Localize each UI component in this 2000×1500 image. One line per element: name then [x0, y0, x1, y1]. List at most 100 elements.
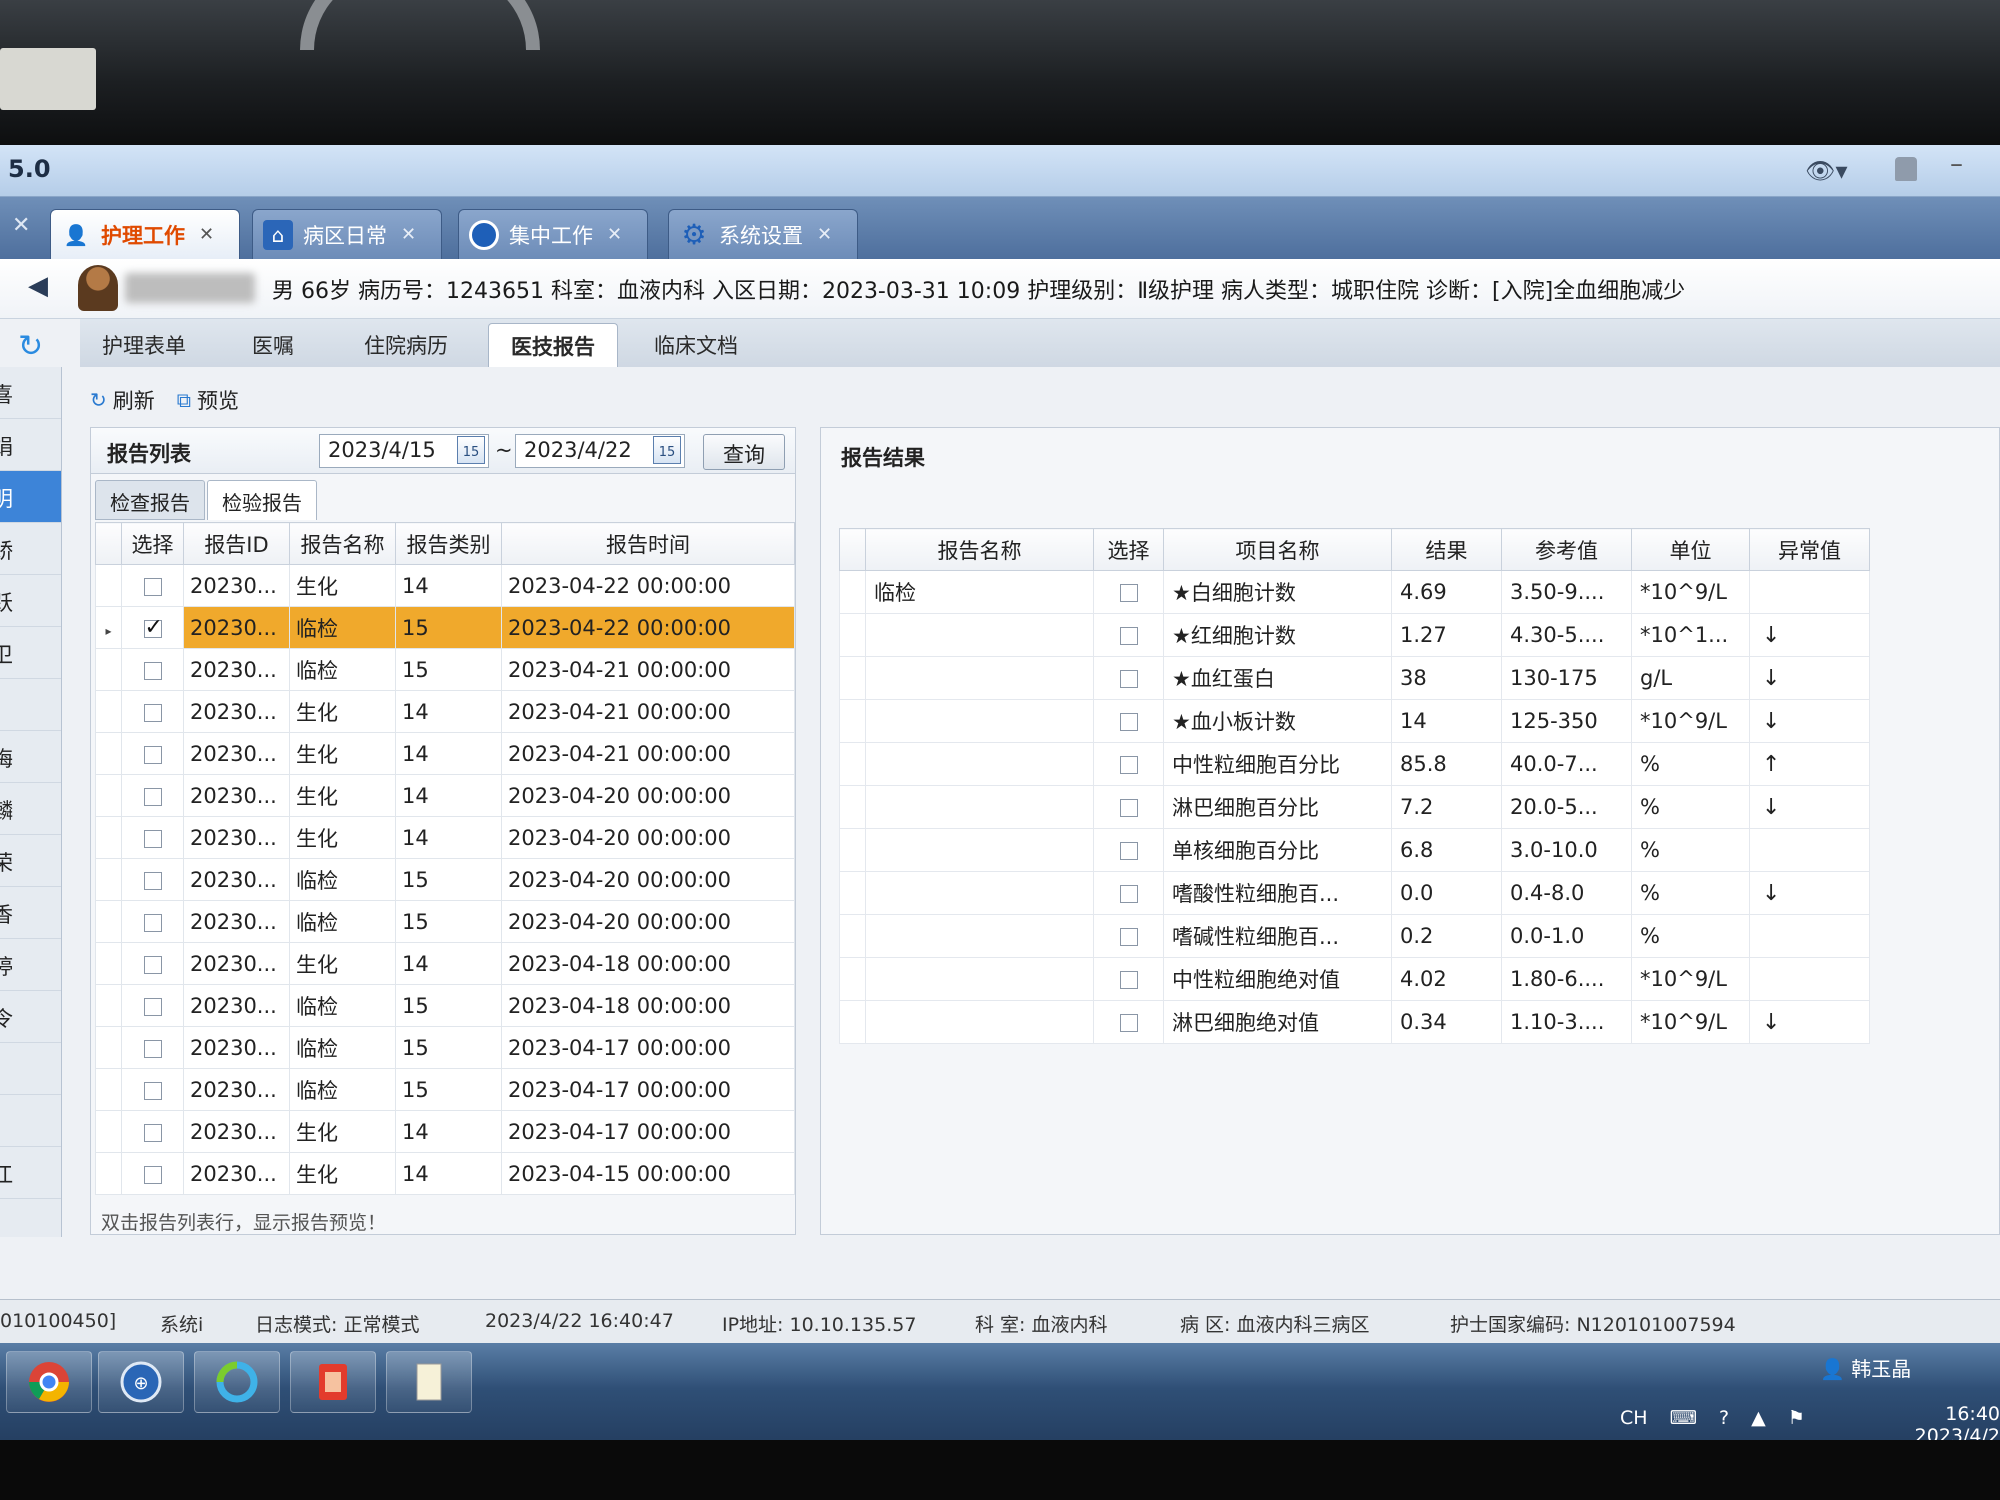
tab-close-icon[interactable]: ✕: [199, 224, 214, 245]
row-checkbox[interactable]: [143, 871, 162, 890]
result-checkbox-cell[interactable]: [1093, 1000, 1164, 1044]
row-checkbox-cell[interactable]: [121, 648, 184, 691]
report-row[interactable]: 20230... 生化 14 2023-04-15 00:00:00: [95, 1152, 795, 1195]
close-icon[interactable]: ✕: [12, 213, 30, 238]
row-checkbox-cell[interactable]: [121, 1152, 184, 1195]
patient-list-item[interactable]: [0, 1043, 61, 1095]
column-header[interactable]: 选择: [121, 522, 184, 565]
result-checkbox[interactable]: [1119, 670, 1138, 688]
red-app-task-button[interactable]: [290, 1351, 376, 1413]
result-checkbox[interactable]: [1119, 627, 1138, 645]
row-checkbox-cell[interactable]: [121, 984, 184, 1027]
app-task-button[interactable]: ⊕: [98, 1351, 184, 1413]
report-row[interactable]: 20230... 临检 15 2023-04-17 00:00:00: [95, 1026, 795, 1069]
result-row[interactable]: 嗜酸性粒细胞百... 0.0 0.4-8.0% ↓: [839, 871, 1870, 915]
result-row[interactable]: ★血小板计数 14 125-350 *10^9/L ↓: [839, 699, 1870, 743]
patient-list-item[interactable]: [0, 679, 61, 731]
result-row[interactable]: 单核细胞百分比 6.8 3.0-10.0%: [839, 828, 1870, 872]
result-checkbox[interactable]: [1119, 842, 1138, 860]
report-row[interactable]: 20230... 生化 14 2023-04-22 00:00:00: [95, 564, 795, 607]
result-checkbox-cell[interactable]: [1093, 871, 1164, 915]
result-checkbox[interactable]: [1119, 971, 1138, 989]
patient-list-item[interactable]: 香: [0, 887, 61, 939]
result-checkbox-cell[interactable]: [1093, 613, 1164, 657]
calendar-icon[interactable]: 15: [653, 436, 681, 464]
lock-icon[interactable]: [1895, 157, 1917, 181]
result-checkbox[interactable]: [1119, 756, 1138, 774]
refresh-side-icon[interactable]: ↻: [18, 329, 43, 364]
refresh-button[interactable]: ↻ 刷新: [90, 385, 155, 415]
patient-list-item[interactable]: 江: [0, 1147, 61, 1199]
patient-list-item[interactable]: 荣: [0, 835, 61, 887]
row-checkbox[interactable]: [143, 1039, 162, 1058]
tab-close-icon[interactable]: ✕: [401, 224, 416, 245]
row-checkbox-cell[interactable]: [121, 942, 184, 985]
result-row[interactable]: 淋巴细胞百分比 7.2 20.0-5...% ↓: [839, 785, 1870, 829]
report-row[interactable]: 20230... 临检 15 2023-04-20 00:00:00: [95, 858, 795, 901]
patient-list-item[interactable]: 令: [0, 991, 61, 1043]
result-checkbox-cell[interactable]: [1093, 570, 1164, 614]
tab-medtech-report[interactable]: 医技报告: [488, 323, 618, 367]
row-checkbox-cell[interactable]: [121, 858, 184, 901]
current-user[interactable]: 👤 韩玉晶: [1820, 1353, 1911, 1382]
column-header[interactable]: 报告ID: [183, 522, 290, 565]
result-row[interactable]: ★红细胞计数 1.27 4.30-5.... *10^1... ↓: [839, 613, 1870, 657]
row-checkbox[interactable]: [143, 997, 162, 1016]
input-language[interactable]: CH: [1620, 1407, 1648, 1429]
row-checkbox-cell[interactable]: [121, 564, 184, 607]
report-row[interactable]: 20230... 临检 15 2023-04-21 00:00:00: [95, 648, 795, 691]
row-checkbox[interactable]: [143, 829, 162, 848]
row-checkbox[interactable]: [143, 745, 162, 764]
patient-list-item[interactable]: 梅: [0, 731, 61, 783]
row-checkbox-cell[interactable]: [121, 900, 184, 943]
row-checkbox-cell[interactable]: [121, 732, 184, 775]
row-checkbox[interactable]: [143, 661, 162, 680]
result-checkbox[interactable]: [1119, 1014, 1138, 1032]
result-checkbox-cell[interactable]: [1093, 699, 1164, 743]
row-checkbox[interactable]: [143, 1123, 162, 1142]
patient-list-item[interactable]: 喜: [0, 367, 61, 419]
patient-list-item[interactable]: 娟: [0, 419, 61, 471]
patient-list-item[interactable]: 跃: [0, 575, 61, 627]
row-checkbox[interactable]: [143, 913, 162, 932]
row-checkbox-cell[interactable]: [121, 816, 184, 859]
calendar-icon[interactable]: 15: [457, 436, 485, 464]
result-row[interactable]: 嗜碱性粒细胞百... 0.2 0.0-1.0%: [839, 914, 1870, 958]
tab-central-work[interactable]: 集中工作 ✕: [458, 209, 648, 259]
patient-list-item[interactable]: 娇: [0, 523, 61, 575]
tab-close-icon[interactable]: ✕: [607, 224, 622, 245]
column-header[interactable]: 异常值: [1749, 528, 1870, 571]
row-checkbox[interactable]: [143, 703, 162, 722]
result-checkbox-cell[interactable]: [1093, 957, 1164, 1001]
row-checkbox[interactable]: [143, 955, 162, 974]
column-header[interactable]: 单位: [1631, 528, 1750, 571]
result-checkbox-cell[interactable]: [1093, 742, 1164, 786]
row-checkbox-cell[interactable]: [121, 1068, 184, 1111]
column-header[interactable]: 报告时间: [501, 522, 795, 565]
column-header[interactable]: 报告类别: [395, 522, 502, 565]
report-row[interactable]: 20230... 生化 14 2023-04-20 00:00:00: [95, 816, 795, 859]
ring-task-button[interactable]: [194, 1351, 280, 1413]
column-header[interactable]: 报告名称: [865, 528, 1094, 571]
tab-check-report[interactable]: 检查报告: [95, 480, 205, 520]
row-checkbox[interactable]: [143, 615, 163, 640]
tab-orders[interactable]: 医嘱: [230, 323, 316, 367]
row-checkbox-cell[interactable]: [121, 606, 184, 649]
column-header[interactable]: 参考值: [1501, 528, 1632, 571]
tab-system-settings[interactable]: ⚙ 系统设置 ✕: [668, 209, 858, 259]
tab-ward-daily[interactable]: ⌂ 病区日常 ✕: [252, 209, 442, 259]
help-icon[interactable]: ?: [1719, 1407, 1729, 1429]
row-checkbox[interactable]: [143, 1081, 162, 1100]
tab-clinical-docs[interactable]: 临床文档: [632, 323, 760, 367]
report-row[interactable]: 20230... 生化 14 2023-04-21 00:00:00: [95, 732, 795, 775]
result-checkbox-cell[interactable]: [1093, 828, 1164, 872]
preview-button[interactable]: ⧉ 预览: [177, 385, 239, 415]
patient-list-item-selected[interactable]: 明: [0, 471, 61, 523]
result-checkbox-cell[interactable]: [1093, 785, 1164, 829]
report-row[interactable]: 20230... 临检 15 2023-04-17 00:00:00: [95, 1068, 795, 1111]
keyboard-icon[interactable]: ⌨: [1670, 1407, 1697, 1429]
result-row[interactable]: 临检 ★白细胞计数 4.69 3.50-9.... *10^9/L: [839, 570, 1870, 614]
result-checkbox[interactable]: [1119, 885, 1138, 903]
chrome-task-button[interactable]: [6, 1351, 92, 1413]
tab-nursing-forms[interactable]: 护理表单: [80, 323, 208, 367]
